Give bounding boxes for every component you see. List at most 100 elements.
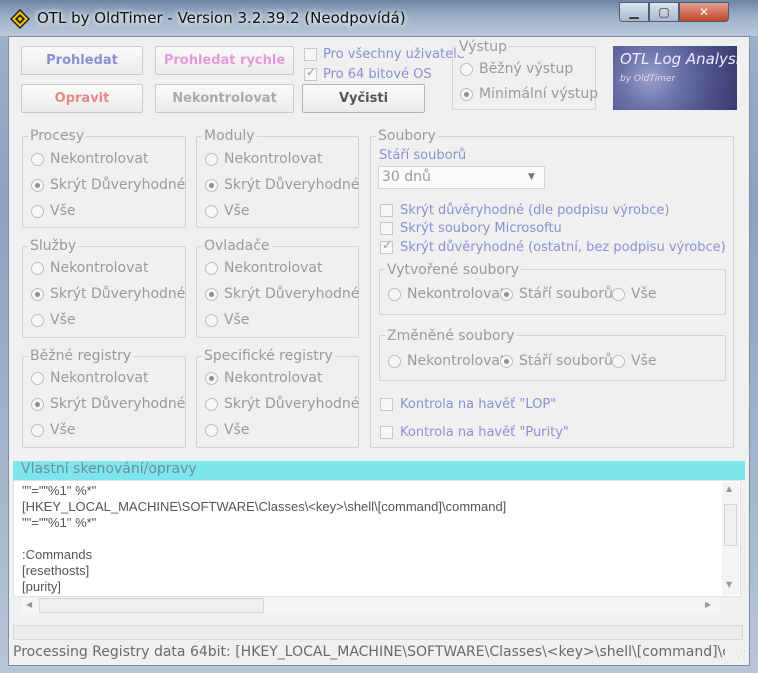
modified-all-radio[interactable] <box>612 355 625 368</box>
processes-nocheck-radio[interactable] <box>31 153 44 166</box>
services-all-label: Vše <box>50 312 76 328</box>
minimize-button[interactable]: ▁ <box>619 2 649 22</box>
modules-title: Moduly <box>202 128 257 144</box>
created-nocheck-radio[interactable] <box>388 288 401 301</box>
std-registry-nocheck-radio[interactable] <box>31 372 44 385</box>
resize-grip-icon[interactable]: ⋰ <box>737 650 747 662</box>
created-all-label: Vše <box>631 286 657 302</box>
os64-checkbox[interactable] <box>304 65 317 81</box>
created-nocheck-label: Nekontrolovat <box>407 286 506 302</box>
created-age-label: Stáří souborů <box>519 286 613 302</box>
modules-all-radio[interactable] <box>205 205 218 218</box>
spec-registry-nocheck-radio[interactable] <box>205 372 218 385</box>
lop-label: Kontrola na havěť "LOP" <box>400 397 557 412</box>
std-registry-nocheck-label: Nekontrolovat <box>50 370 149 386</box>
hide-trusted-other-checkbox[interactable] <box>380 238 393 254</box>
text-line: ""=""%1" %*" <box>22 515 97 530</box>
close-icon: ✕ <box>698 5 710 19</box>
file-age-value: 30 dnů <box>382 169 431 185</box>
window-title: OTL by OldTimer - Version 3.2.39.2 (Neod… <box>37 9 406 27</box>
search-button[interactable]: Prohledat <box>21 46 143 75</box>
vertical-scroll-thumb[interactable] <box>724 504 737 546</box>
spec-registry-all-radio[interactable] <box>205 424 218 437</box>
scroll-up-icon[interactable]: ▲ <box>726 484 732 493</box>
lop-checkbox[interactable] <box>380 398 393 411</box>
modified-nocheck-label: Nekontrolovat <box>407 353 506 369</box>
processes-hide-radio[interactable] <box>31 179 44 192</box>
search-fast-button[interactable]: Prohledat rychle <box>155 46 294 75</box>
modified-nocheck-radio[interactable] <box>388 355 401 368</box>
chevron-down-icon: ▼ <box>528 172 535 182</box>
created-age-radio[interactable] <box>500 288 513 301</box>
modules-nocheck-label: Nekontrolovat <box>224 151 323 167</box>
std-registry-hide-radio[interactable] <box>31 398 44 411</box>
std-registry-all-radio[interactable] <box>31 424 44 437</box>
scroll-right-icon[interactable]: ▶ <box>705 600 711 609</box>
files-title: Soubory <box>376 128 438 144</box>
modules-hide-radio[interactable] <box>205 179 218 192</box>
drivers-nocheck-radio[interactable] <box>205 262 218 275</box>
output-minimal-radio[interactable] <box>460 88 473 101</box>
purity-label: Kontrola na havěť "Purity" <box>400 425 569 440</box>
horizontal-scroll-thumb[interactable] <box>39 598 264 613</box>
text-line: :Commands <box>22 547 93 562</box>
all-users-checkbox[interactable] <box>304 48 317 61</box>
scroll-down-icon[interactable]: ▼ <box>726 580 732 589</box>
text-line: [HKEY_LOCAL_MACHINE\SOFTWARE\Classes\<ke… <box>22 499 507 514</box>
spec-registry-title: Specifické registry <box>202 348 335 364</box>
custom-scan-textarea[interactable] <box>13 480 741 597</box>
services-hide-label: Skrýt Důveryhodné <box>50 286 186 302</box>
modified-age-radio[interactable] <box>500 355 513 368</box>
app-icon <box>10 9 30 29</box>
maximize-button[interactable]: ▢ <box>649 2 679 22</box>
progress-bar <box>13 625 743 640</box>
modified-age-label: Stáří souborů <box>519 353 613 369</box>
services-nocheck-radio[interactable] <box>31 262 44 275</box>
services-nocheck-label: Nekontrolovat <box>50 260 149 276</box>
created-all-radio[interactable] <box>612 288 625 301</box>
text-line: [purity] <box>22 579 62 594</box>
purity-checkbox[interactable] <box>380 426 393 439</box>
close-button[interactable]: ✕ <box>679 2 729 22</box>
processes-all-label: Vše <box>50 203 76 219</box>
text-line: ""=""%1" %*" <box>22 483 97 498</box>
processes-title: Procesy <box>28 128 87 144</box>
hide-microsoft-checkbox[interactable] <box>380 222 393 235</box>
hide-trusted-signed-label: Skrýt důvěryhodné (dle podpisu výrobce) <box>400 203 670 218</box>
os64-label: Pro 64 bitové OS <box>323 67 432 82</box>
spec-registry-nocheck-label: Nekontrolovat <box>224 370 323 386</box>
output-minimal-label: Minimální výstup <box>479 86 599 102</box>
services-hide-radio[interactable] <box>31 288 44 301</box>
drivers-title: Ovladače <box>202 238 272 254</box>
processes-nocheck-label: Nekontrolovat <box>50 151 149 167</box>
drivers-hide-radio[interactable] <box>205 288 218 301</box>
std-registry-hide-label: Skrýt Důveryhodné <box>50 396 186 412</box>
spec-registry-hide-radio[interactable] <box>205 398 218 411</box>
file-age-label: Stáří souborů <box>379 148 467 163</box>
nocheck-button[interactable]: Nekontrolovat <box>155 84 294 113</box>
all-users-label: Pro všechny uživatele <box>323 47 465 62</box>
spec-registry-all-label: Vše <box>224 422 250 438</box>
modules-nocheck-radio[interactable] <box>205 153 218 166</box>
custom-scan-title: Vlastní skenování/opravy <box>21 461 197 477</box>
logo-title: OTL Log Analysis <box>620 50 748 68</box>
hide-trusted-signed-checkbox[interactable] <box>380 204 393 217</box>
clear-button[interactable]: Vyčisti <box>302 84 425 113</box>
services-all-radio[interactable] <box>31 314 44 327</box>
created-files-title: Vytvořené soubory <box>385 262 522 278</box>
hide-microsoft-label: Skrýt soubory Microsoftu <box>400 221 562 236</box>
drivers-all-label: Vše <box>224 312 250 328</box>
processes-all-radio[interactable] <box>31 205 44 218</box>
fix-button[interactable]: Opravit <box>21 84 143 113</box>
scroll-left-icon[interactable]: ◀ <box>26 600 32 609</box>
std-registry-all-label: Vše <box>50 422 76 438</box>
drivers-nocheck-label: Nekontrolovat <box>224 260 323 276</box>
drivers-all-radio[interactable] <box>205 314 218 327</box>
minimize-icon: ▁ <box>629 5 639 19</box>
output-group-title: Výstup <box>457 39 510 55</box>
processes-hide-label: Skrýt Důveryhodné <box>50 177 186 193</box>
modified-all-label: Vše <box>631 353 657 369</box>
modules-all-label: Vše <box>224 203 250 219</box>
output-standard-radio[interactable] <box>460 63 473 76</box>
spec-registry-hide-label: Skrýt Důveryhodné <box>224 396 360 412</box>
